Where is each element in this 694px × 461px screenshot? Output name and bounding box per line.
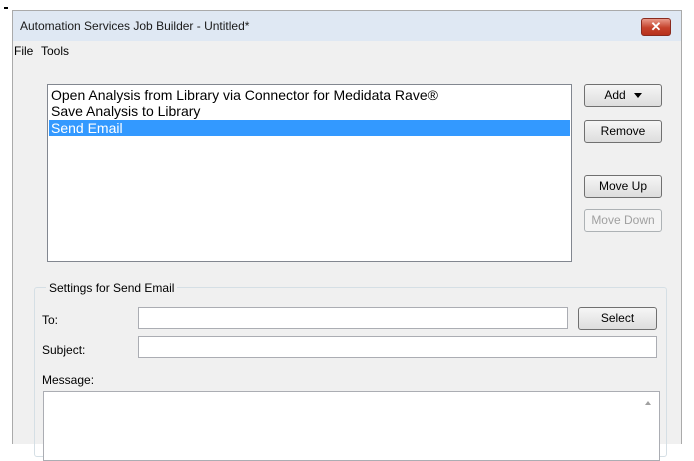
message-label: Message:: [42, 373, 95, 387]
list-item[interactable]: Save Analysis to Library: [49, 103, 570, 119]
move-down-button-label: Move Down: [591, 213, 655, 227]
task-list[interactable]: Open Analysis from Library via Connector…: [47, 84, 572, 262]
select-button-label: Select: [600, 311, 635, 325]
move-down-button[interactable]: Move Down: [584, 209, 662, 232]
add-button[interactable]: Add: [584, 84, 662, 107]
move-up-button[interactable]: Move Up: [584, 175, 662, 198]
subject-field[interactable]: [138, 336, 657, 358]
add-button-label: Add: [604, 88, 626, 102]
settings-group-title: Settings for Send Email: [46, 281, 178, 295]
menu-file[interactable]: File: [14, 44, 33, 58]
to-label: To:: [42, 313, 59, 327]
subject-label: Subject:: [42, 343, 86, 357]
remove-button[interactable]: Remove: [584, 120, 662, 143]
remove-button-label: Remove: [600, 124, 646, 138]
move-up-button-label: Move Up: [598, 179, 648, 193]
scroll-up-arrow-icon[interactable]: [645, 401, 651, 405]
list-item-selected[interactable]: Send Email: [49, 120, 570, 136]
menu-bar: File Tools: [13, 41, 681, 61]
window-title: Automation Services Job Builder - Untitl…: [20, 19, 250, 33]
list-item[interactable]: Open Analysis from Library via Connector…: [49, 87, 570, 103]
title-bar: Automation Services Job Builder - Untitl…: [13, 11, 681, 41]
message-field[interactable]: [43, 391, 660, 461]
chevron-down-icon: [633, 93, 642, 99]
to-field[interactable]: [138, 307, 568, 329]
close-button[interactable]: ✕: [641, 18, 671, 36]
select-button[interactable]: Select: [578, 307, 657, 330]
menu-tools[interactable]: Tools: [41, 44, 69, 58]
page-mark: [4, 7, 8, 9]
close-icon: ✕: [650, 19, 662, 34]
job-builder-window: Automation Services Job Builder - Untitl…: [12, 10, 682, 461]
